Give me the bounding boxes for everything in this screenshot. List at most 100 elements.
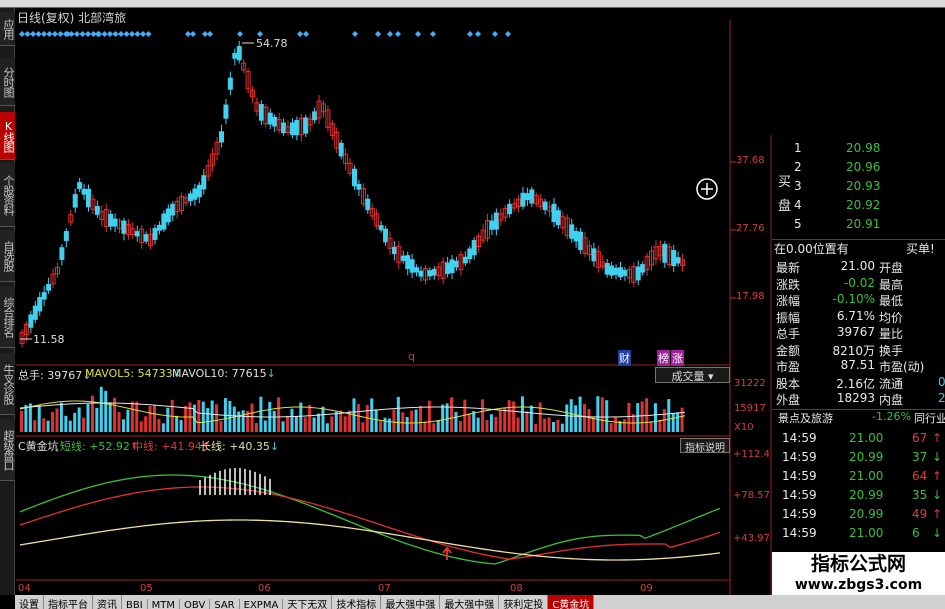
signal-diamond <box>30 31 36 37</box>
indicator-tab[interactable]: OBV <box>180 599 211 609</box>
price-axis-tick: 37.68 <box>736 155 765 166</box>
indicator-help-button[interactable]: 指标说明 <box>680 438 730 454</box>
volume-bar <box>489 414 493 432</box>
candle-body <box>400 255 406 261</box>
indicator-tab-bar: 设置 指标平台 资讯 BBI MTM OBV SAR EXPMA 天下无双 技术指标 最大强中强 最大… <box>15 595 945 609</box>
tick-price: 20.99 <box>849 507 884 521</box>
quote-row: 总手 39767 量比 <box>772 325 945 341</box>
volume-bar <box>596 396 600 432</box>
volume-bar <box>458 421 462 432</box>
candle-body <box>223 104 229 119</box>
volume-bar <box>281 421 285 432</box>
marker-finance[interactable]: 财 <box>618 350 631 366</box>
volume-bar <box>414 409 418 432</box>
sector-name[interactable]: 景点及旅游 <box>778 410 833 426</box>
indicator-tab[interactable]: BBI <box>122 599 148 609</box>
price-high-label: 54.78 <box>256 37 288 50</box>
candle-body <box>32 305 38 320</box>
candle-body <box>569 224 575 239</box>
tick-row: 14:59 20.99 35 ↓ <box>772 488 945 504</box>
candle-body <box>303 117 309 134</box>
volume-bar <box>622 419 626 432</box>
quote-row: 涨跌 -0.02 最高 <box>772 276 945 292</box>
volume-bar <box>330 416 334 432</box>
app-window: { "header": {"title": "日线(复权) 北部湾旅"}, "l… <box>0 0 945 609</box>
marker-rank[interactable]: 榜 <box>657 350 670 366</box>
candle-body <box>187 193 193 202</box>
indicator-tab[interactable]: 指标平台 <box>44 595 93 609</box>
order-book-row[interactable]: 4 20.92 <box>772 198 945 214</box>
tick-row: 14:59 20.99 49 ↑ <box>772 507 945 523</box>
tick-time: 14:59 <box>782 450 817 464</box>
indicator-tab[interactable]: 设置 <box>15 595 44 609</box>
volume-indicator-button[interactable]: 成交量 ▾ <box>655 367 730 383</box>
indicator-tab[interactable]: 获利定投 <box>499 595 549 609</box>
volume-bar <box>543 418 547 432</box>
candle-body <box>409 259 415 273</box>
volume-bar <box>55 408 59 432</box>
volume-bar <box>90 395 94 432</box>
candle-body <box>156 224 162 231</box>
candle-body <box>46 284 52 291</box>
candle-body <box>134 231 140 237</box>
indicator-tab[interactable]: C黄金坑 <box>548 595 595 609</box>
indicator-tab[interactable]: 资讯 <box>93 595 122 609</box>
sector-row[interactable]: 景点及旅游 -1.26% 同行业 <box>772 409 945 425</box>
tick-price: 21.00 <box>849 526 884 540</box>
indicator-tab[interactable]: 最大强中强 <box>381 595 441 609</box>
indicator-axis-tick: +43.97 <box>733 533 771 544</box>
signal-diamond <box>95 31 101 37</box>
indicator-name[interactable]: C黄金坑 <box>18 438 59 454</box>
order-book-row[interactable]: 2 20.96 <box>772 160 945 176</box>
candle-body <box>108 213 114 227</box>
order-book-row[interactable]: 3 20.93 <box>772 179 945 195</box>
candle-body <box>196 184 202 198</box>
candle-body <box>258 104 264 121</box>
volume-bar <box>73 412 77 432</box>
signal-diamond <box>303 31 309 37</box>
volume-bar <box>312 417 316 432</box>
signal-diamond <box>57 31 64 37</box>
order-book-row[interactable]: 5 20.91 <box>772 217 945 233</box>
volume-bar <box>481 399 485 432</box>
indicator-tab[interactable]: EXPMA <box>240 599 284 609</box>
quote-value: 18293 <box>836 391 875 405</box>
candle-body <box>671 250 677 267</box>
quote-key: 外盘 <box>776 393 801 407</box>
candle-body <box>604 263 610 275</box>
indicator-tab[interactable]: 技术指标 <box>332 595 382 609</box>
marker-rise[interactable]: 涨 <box>671 350 684 366</box>
volume-bar <box>33 420 37 432</box>
indicator-tab[interactable]: 最大强中强 <box>440 595 500 609</box>
marker-q[interactable]: q <box>408 350 415 363</box>
candle-body <box>312 111 318 121</box>
tick-price: 20.99 <box>849 450 884 464</box>
tick-volume: 35 <box>912 488 928 502</box>
indicator-tab[interactable]: SAR <box>210 599 240 609</box>
quote-key: 最新 <box>776 261 801 275</box>
quote-key: 总手 <box>776 327 801 341</box>
tick-price: 21.00 <box>849 431 884 445</box>
signal-diamond <box>190 31 196 37</box>
candle-body <box>453 260 459 268</box>
signal-diamond <box>41 31 47 37</box>
signal-diamond <box>207 31 213 37</box>
up-arrow-icon: ↑ <box>932 431 943 445</box>
volume-bar <box>538 402 542 432</box>
tick-time: 14:59 <box>782 488 817 502</box>
signal-diamond <box>505 31 511 37</box>
buy-order-label[interactable]: 买单! <box>906 240 935 257</box>
sector-tab[interactable]: 同行业 <box>914 410 945 426</box>
order-book-row[interactable]: 1 20.98 <box>772 141 945 157</box>
crosshair-icon[interactable] <box>696 178 718 200</box>
quote-value2: 2 <box>938 391 945 405</box>
indicator-tab[interactable]: 天下无双 <box>283 595 333 609</box>
volume-bar <box>649 421 653 432</box>
tick-volume: 37 <box>912 450 928 464</box>
candle-body <box>524 193 530 201</box>
candle-body <box>161 213 167 230</box>
down-arrow-icon: ↓ <box>932 526 943 540</box>
indicator-tab[interactable]: MTM <box>148 599 181 609</box>
quote-key2: 换手 <box>879 343 904 358</box>
volume-bar <box>423 421 427 432</box>
